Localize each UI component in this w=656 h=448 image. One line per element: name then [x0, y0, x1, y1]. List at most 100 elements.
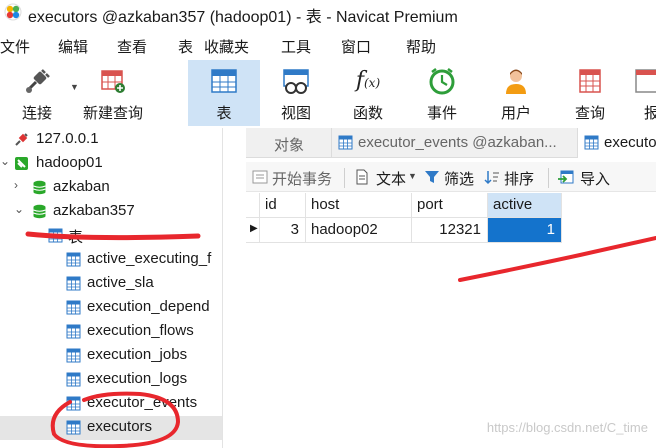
database-icon: [33, 204, 46, 219]
filter-label: 筛选: [444, 171, 475, 188]
chevron-down-icon[interactable]: ⌄: [30, 226, 40, 240]
table-toolbar: 开始事务 文本 ▼ 筛选 排序 导入: [246, 162, 656, 192]
table-icon: [66, 348, 81, 363]
table-icon: [66, 396, 81, 411]
tree-item-execution-jobs[interactable]: execution_jobs: [0, 344, 222, 368]
plug-icon: [26, 69, 50, 93]
toolbar-separator: [548, 168, 549, 188]
tree-item-azkaban357[interactable]: ⌄ azkaban357: [0, 200, 222, 224]
column-header-active[interactable]: active: [488, 193, 562, 218]
sort-label: 排序: [504, 171, 535, 188]
column-header-label: host: [311, 196, 340, 213]
cell-host[interactable]: hadoop02: [306, 218, 412, 243]
cell-active[interactable]: 1: [488, 218, 562, 243]
tab-executor-events[interactable]: executor_events @azkaban...: [332, 128, 578, 158]
cell-value: 12321: [439, 221, 481, 238]
sidebar-splitter[interactable]: [222, 128, 246, 448]
function-button[interactable]: f(x) 函数: [336, 60, 400, 126]
tree-item-label: hadoop01: [36, 154, 103, 171]
menu-view[interactable]: 查看: [117, 36, 147, 57]
window-title: executors @azkaban357 (hadoop01) - 表 - N…: [28, 9, 458, 26]
tree-item-label: executors: [87, 418, 153, 435]
menu-bar: 文件 编辑 查看 表 收藏夹 工具 窗口 帮助: [0, 32, 656, 58]
connect-button[interactable]: 连接 ▼: [6, 60, 79, 126]
query-button[interactable]: 查询: [558, 60, 622, 126]
column-header-id[interactable]: id: [260, 193, 306, 218]
menu-help[interactable]: 帮助: [406, 36, 436, 57]
report-button[interactable]: 报: [634, 60, 656, 126]
cell-id[interactable]: 3: [260, 218, 306, 243]
import-label: 导入: [580, 171, 611, 188]
tree-item-label: execution_depend: [87, 298, 210, 315]
column-header-label: active: [493, 196, 533, 213]
tree-item-executor-events[interactable]: executor_events: [0, 392, 222, 416]
function-icon: f(x): [355, 68, 381, 93]
table-icon: [66, 420, 81, 435]
tree-item-label: 表: [68, 229, 84, 246]
menu-file[interactable]: 文件: [0, 36, 30, 57]
filter-icon: [425, 171, 439, 183]
tree-item-execution-logs[interactable]: execution_logs: [0, 368, 222, 392]
row-indicator[interactable]: ▶: [246, 218, 260, 243]
query-icon: [579, 69, 601, 93]
tree-item-label: 127.0.0.1: [36, 130, 99, 147]
user-label: 用户: [500, 105, 531, 122]
tab-label: executor_events @azkaban...: [358, 134, 557, 151]
view-button[interactable]: 视图: [264, 60, 328, 126]
new-query-label: 新建查询: [82, 105, 143, 122]
tree-item-hadoop01[interactable]: ⌄ hadoop01: [0, 152, 222, 176]
column-header-host[interactable]: host: [306, 193, 412, 218]
tree-item-executors[interactable]: executors: [0, 416, 222, 440]
text-view-label: 文本: [376, 171, 407, 188]
table-icon: [48, 228, 63, 243]
user-button[interactable]: 用户: [484, 60, 548, 126]
menu-favorites[interactable]: 收藏夹: [204, 36, 249, 57]
column-header-label: port: [417, 196, 443, 213]
new-query-icon: [101, 70, 125, 93]
table-icon: [211, 69, 237, 93]
cell-port[interactable]: 12321: [412, 218, 488, 243]
column-header-port[interactable]: port: [412, 193, 488, 218]
table-button[interactable]: 表: [188, 60, 260, 126]
new-query-button[interactable]: 新建查询: [82, 60, 144, 126]
table-icon: [66, 324, 81, 339]
tab-objects[interactable]: 对象: [246, 128, 332, 158]
row-pointer-icon: ▶: [250, 223, 258, 234]
connection-icon: [15, 133, 28, 146]
tree-item-execution-dependencies[interactable]: execution_depend: [0, 296, 222, 320]
menu-window[interactable]: 窗口: [341, 36, 371, 57]
tree-item-execution-flows[interactable]: execution_flows: [0, 320, 222, 344]
tree-item-label: executor_events: [87, 394, 198, 411]
table-label: 表: [216, 105, 232, 122]
menu-edit[interactable]: 编辑: [58, 36, 88, 57]
cell-value: hadoop02: [311, 221, 378, 238]
table-icon: [66, 372, 81, 387]
tree-item-label: active_executing_f: [87, 250, 212, 267]
tree-item-label: execution_logs: [87, 370, 188, 387]
chevron-down-icon[interactable]: ⌄: [14, 202, 24, 216]
main-toolbar: 连接 ▼ 新建查询 表 视图 f(x) 函数 事件 用户 查询 报: [0, 60, 656, 126]
tree-item-tables[interactable]: ⌄ 表: [0, 224, 222, 248]
event-button[interactable]: 事件: [410, 60, 474, 126]
tree-item-active-executing-flows[interactable]: active_executing_f: [0, 248, 222, 272]
chevron-down-icon[interactable]: ▼: [70, 82, 79, 92]
tree-item-label: active_sla: [87, 274, 154, 291]
menu-table[interactable]: 表: [178, 36, 193, 57]
chevron-right-icon[interactable]: ›: [14, 178, 18, 192]
title-bar: executors @azkaban357 (hadoop01) - 表 - N…: [0, 0, 656, 26]
connect-label: 连接: [21, 105, 52, 122]
tab-executors[interactable]: executors: [578, 128, 656, 158]
menu-tools[interactable]: 工具: [281, 36, 311, 57]
chevron-down-icon[interactable]: ⌄: [0, 154, 10, 168]
tree-item-label: execution_jobs: [87, 346, 188, 363]
tree-item-127-0-0-1[interactable]: 127.0.0.1: [0, 128, 222, 152]
query-label: 查询: [574, 105, 605, 122]
table-icon: [584, 135, 599, 150]
data-grid: id host port active ▶ 3 hadoop02 12321 1: [246, 193, 566, 243]
database-icon: [33, 180, 46, 195]
chevron-down-icon[interactable]: ▼: [408, 171, 417, 181]
import-icon: [558, 170, 574, 184]
tree-item-active-sla[interactable]: active_sla: [0, 272, 222, 296]
transaction-icon: [252, 170, 268, 184]
tree-item-azkaban[interactable]: › azkaban: [0, 176, 222, 200]
